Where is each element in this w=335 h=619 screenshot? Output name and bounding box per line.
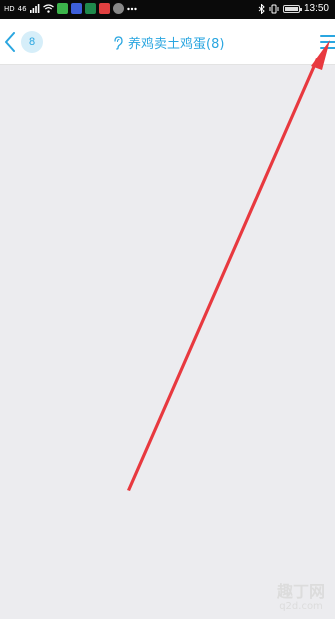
app-icon-red bbox=[98, 3, 110, 14]
network-type: 46 bbox=[17, 4, 27, 13]
battery-level bbox=[284, 6, 298, 11]
watermark-url: q2d.com bbox=[279, 601, 323, 612]
watermark-logo: 趣丁网 bbox=[276, 582, 325, 601]
chevron-left-icon bbox=[5, 32, 15, 52]
app-icon-green bbox=[56, 3, 68, 14]
app-icon-darkgreen bbox=[84, 3, 96, 14]
status-left: HD 46 bbox=[4, 3, 137, 14]
status-right: 13:50 bbox=[258, 3, 329, 14]
group-title-text: 养鸡卖土鸡蛋(8) bbox=[128, 37, 225, 52]
more-dots-icon bbox=[126, 7, 137, 10]
watermark: 趣丁网 q2d.com bbox=[269, 582, 333, 613]
group-title: 养鸡卖土鸡蛋(8) bbox=[113, 33, 224, 52]
app-icon-gray bbox=[112, 3, 124, 14]
hamburger-menu-icon bbox=[320, 35, 335, 49]
status-time: 13:50 bbox=[303, 3, 329, 14]
battery-icon bbox=[282, 4, 302, 13]
chat-message-area[interactable] bbox=[0, 65, 335, 619]
bluetooth-icon bbox=[258, 3, 265, 14]
menu-button[interactable] bbox=[319, 32, 335, 52]
signal-icon bbox=[29, 4, 39, 13]
wifi-icon bbox=[42, 4, 54, 13]
app-icon-blue bbox=[70, 3, 82, 14]
hd-indicator: HD bbox=[4, 4, 15, 13]
back-button[interactable]: 8 bbox=[4, 29, 43, 55]
ear-icon bbox=[114, 35, 123, 50]
chat-header: 8 养鸡卖土鸡蛋(8) bbox=[0, 19, 335, 65]
status-bar: HD 46 13:50 bbox=[0, 0, 335, 19]
unread-count-badge: 8 bbox=[21, 31, 43, 53]
vibrate-icon bbox=[269, 4, 279, 13]
